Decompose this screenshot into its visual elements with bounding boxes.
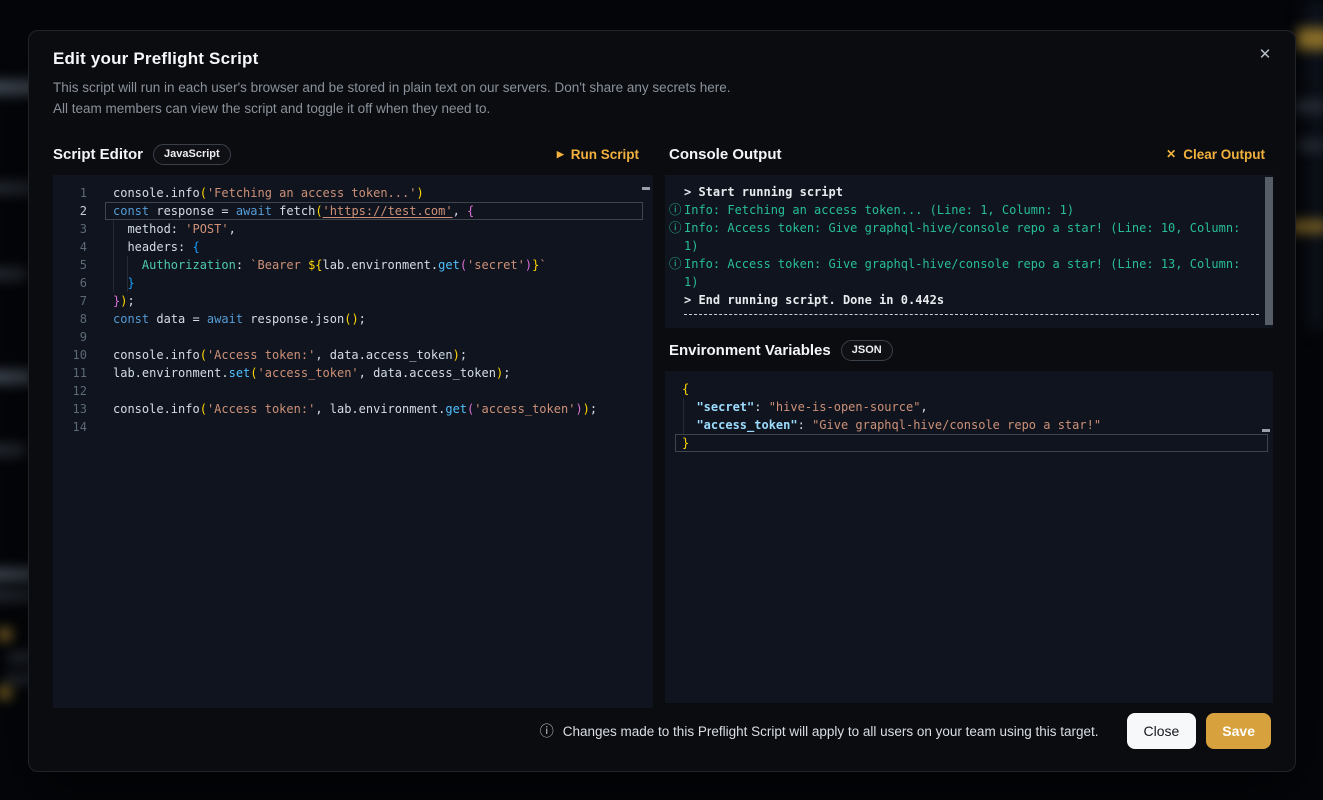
footer-note: ⓘ Changes made to this Preflight Script … [540, 721, 1099, 741]
modal-footer: ⓘ Changes made to this Preflight Script … [53, 713, 1271, 749]
console-line: ⓘInfo: Access token: Give graphql-hive/c… [665, 255, 1273, 273]
console-line: > End running script. Done in 0.442s [665, 291, 1273, 309]
backdrop-blur-shape [0, 444, 26, 456]
backdrop-blur-shape [1297, 140, 1323, 151]
line-number: 4 [53, 238, 87, 256]
script-editor[interactable]: 1console.info('Fetching an access token.… [53, 175, 653, 708]
description-line-1: This script will run in each user's brow… [53, 77, 730, 98]
code-line: 9 [53, 328, 653, 346]
console-scrollbar[interactable] [1265, 177, 1273, 325]
script-editor-section: Script Editor JavaScript ▶ Run Script 1c… [53, 141, 653, 708]
output-section: Console Output ✕ Clear Output > Start ru… [665, 141, 1273, 703]
modal-description: This script will run in each user's brow… [53, 77, 730, 119]
json-badge: JSON [841, 340, 893, 361]
line-number: 12 [53, 382, 87, 400]
info-icon: ⓘ [669, 219, 682, 237]
console-separator [684, 314, 1259, 315]
code-line: 3 method: 'POST', [53, 220, 653, 238]
console-line: 1) [665, 273, 1273, 291]
backdrop-blur-shape [0, 268, 27, 280]
clear-icon: ✕ [1166, 148, 1176, 160]
code-line: 2const response = await fetch('https://t… [53, 202, 653, 220]
description-line-2: All team members can view the script and… [53, 98, 730, 119]
clear-output-button[interactable]: ✕ Clear Output [1166, 147, 1265, 162]
line-number: 6 [53, 274, 87, 292]
current-line-highlight [105, 202, 643, 220]
code-line: 13console.info('Access token:', lab.envi… [53, 400, 653, 418]
environment-variables-heading: Environment Variables [669, 342, 831, 359]
line-number: 14 [53, 418, 87, 436]
run-script-label: Run Script [571, 147, 639, 162]
line-number: 1 [53, 184, 87, 202]
console-output[interactable]: > Start running scriptⓘInfo: Fetching an… [665, 175, 1273, 328]
script-editor-heading: Script Editor [53, 146, 143, 163]
line-number: 11 [53, 364, 87, 382]
line-number: 7 [53, 292, 87, 310]
backdrop-blur-shape [1297, 28, 1323, 50]
close-button[interactable]: Close [1127, 713, 1197, 749]
line-number: 3 [53, 220, 87, 238]
backdrop-blur-shape [0, 628, 12, 641]
overview-ruler-mark [642, 187, 650, 190]
env-line: "access_token": "Give graphql-hive/conso… [665, 416, 1273, 434]
console-output-heading: Console Output [669, 146, 782, 163]
line-number: 2 [53, 202, 87, 220]
overview-ruler-mark [1262, 429, 1270, 432]
modal-title: Edit your Preflight Script [53, 49, 258, 69]
code-line: 7}); [53, 292, 653, 310]
code-line: 8const data = await response.json(); [53, 310, 653, 328]
backdrop-blur-shape [1293, 100, 1323, 113]
close-icon[interactable]: ✕ [1253, 43, 1277, 67]
footer-note-text: Changes made to this Preflight Script wi… [563, 724, 1099, 739]
clear-output-label: Clear Output [1183, 147, 1265, 162]
code-line: 10console.info('Access token:', data.acc… [53, 346, 653, 364]
env-line: { [665, 380, 1273, 398]
code-line: 6 } [53, 274, 653, 292]
line-number: 5 [53, 256, 87, 274]
code-line: 11lab.environment.set('access_token', da… [53, 364, 653, 382]
save-button[interactable]: Save [1206, 713, 1271, 749]
run-script-button[interactable]: ▶ Run Script [557, 147, 639, 162]
backdrop-blur-shape [0, 686, 12, 699]
line-number: 13 [53, 400, 87, 418]
info-icon: ⓘ [669, 255, 682, 273]
play-icon: ▶ [557, 150, 564, 159]
console-line: ⓘInfo: Fetching an access token... (Line… [665, 201, 1273, 219]
code-line: 5 Authorization: `Bearer ${lab.environme… [53, 256, 653, 274]
current-line-highlight [675, 434, 1268, 452]
code-line: 12 [53, 382, 653, 400]
code-line: 4 headers: { [53, 238, 653, 256]
javascript-badge: JavaScript [153, 144, 231, 165]
env-line: "secret": "hive-is-open-source", [665, 398, 1273, 416]
preflight-script-modal: ✕ Edit your Preflight Script This script… [28, 30, 1296, 772]
console-line: 1) [665, 237, 1273, 255]
line-number: 8 [53, 310, 87, 328]
line-number: 10 [53, 346, 87, 364]
info-icon: ⓘ [669, 201, 682, 219]
console-line: ⓘInfo: Access token: Give graphql-hive/c… [665, 219, 1273, 237]
line-number: 9 [53, 328, 87, 346]
env-line: } [665, 434, 1273, 452]
code-line: 1console.info('Fetching an access token.… [53, 184, 653, 202]
environment-variables-editor[interactable]: { "secret": "hive-is-open-source", "acce… [665, 371, 1273, 703]
code-line: 14 [53, 418, 653, 436]
info-icon: ⓘ [540, 721, 554, 741]
console-line: > Start running script [665, 183, 1273, 201]
